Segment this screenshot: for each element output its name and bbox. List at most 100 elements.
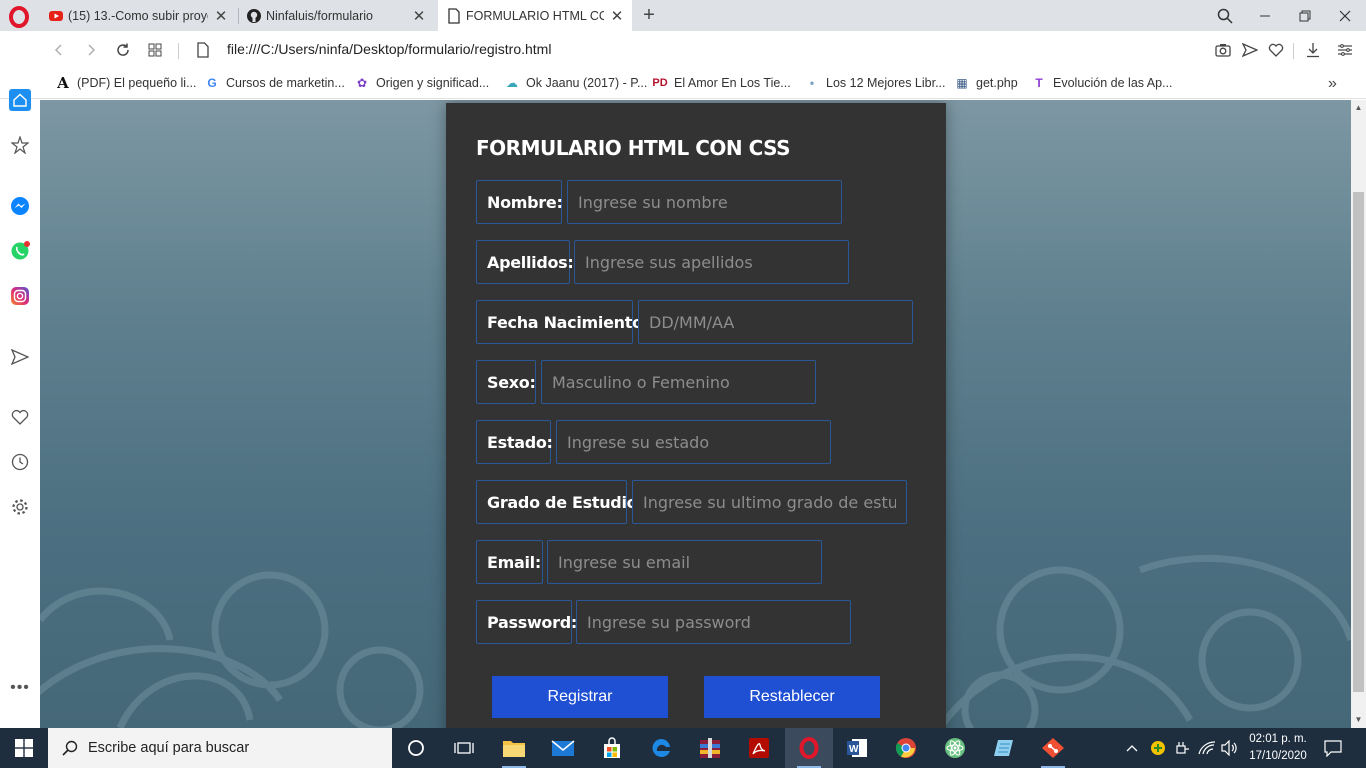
notepad-icon: [994, 740, 1013, 756]
fecha-nacimiento-label: Fecha Nacimiento:: [476, 300, 649, 344]
close-window-button[interactable]: [1325, 0, 1365, 31]
taskbar-clock[interactable]: 02:01 p. m. 17/10/2020: [1240, 731, 1316, 765]
bookmark-item[interactable]: A (PDF) El pequeño li...: [55, 74, 196, 92]
tab-title: Ninfaluis/formulario: [266, 8, 373, 23]
close-tab-icon[interactable]: ✕: [412, 7, 426, 25]
cortana-circle-icon: [408, 740, 424, 756]
taskbar-word[interactable]: W: [833, 728, 881, 768]
fecha-nacimiento-input[interactable]: [638, 300, 913, 344]
close-tab-icon[interactable]: ✕: [214, 7, 228, 25]
reload-button[interactable]: [112, 39, 134, 61]
scroll-down-icon[interactable]: ▼: [1354, 715, 1363, 724]
speed-dial-button[interactable]: [144, 39, 166, 61]
tab-github[interactable]: Ninfaluis/formulario ✕: [238, 0, 434, 31]
tray-show-hidden[interactable]: [1126, 728, 1138, 768]
tab-formulario[interactable]: FORMULARIO HTML CON C ✕: [438, 0, 632, 31]
taskbar-mail[interactable]: [539, 728, 587, 768]
sidebar-item-bookmarks[interactable]: [9, 406, 31, 428]
file-icon: [197, 42, 209, 58]
grid-icon: [148, 43, 162, 57]
taskbar-store[interactable]: [588, 728, 636, 768]
chevron-up-icon: [1126, 745, 1138, 752]
cortana-button[interactable]: [392, 728, 440, 768]
word-icon: W: [847, 739, 867, 757]
forward-button[interactable]: [80, 39, 102, 61]
taskbar-notepad[interactable]: [980, 728, 1028, 768]
sidebar-item-whatsapp[interactable]: [9, 240, 31, 262]
bookmark-item[interactable]: • Los 12 Mejores Libr...: [804, 75, 946, 91]
grado-estudio-input[interactable]: [632, 480, 907, 524]
task-view-button[interactable]: [440, 728, 488, 768]
password-input[interactable]: [576, 600, 851, 644]
estado-input[interactable]: [556, 420, 831, 464]
page-info-button[interactable]: [192, 39, 214, 61]
opera-menu-icon[interactable]: [8, 6, 30, 28]
sidebar-item-messenger[interactable]: [9, 195, 31, 217]
taskbar-search-box[interactable]: Escribe aquí para buscar: [48, 728, 392, 768]
address-divider: [178, 43, 179, 59]
sexo-input[interactable]: [541, 360, 816, 404]
opera-icon: [799, 737, 819, 759]
bookmark-item[interactable]: G Cursos de marketin...: [204, 75, 345, 91]
minimize-button[interactable]: [1245, 0, 1285, 31]
url-field[interactable]: file:///C:/Users/ninfa/Desktop/formulari…: [227, 41, 551, 57]
taskbar-file-explorer[interactable]: [490, 728, 538, 768]
back-arrow-icon: [54, 44, 62, 56]
edge-icon: [652, 738, 670, 757]
new-tab-button[interactable]: +: [639, 4, 659, 27]
sexo-label: Sexo:: [476, 360, 536, 404]
tray-power[interactable]: [1174, 728, 1190, 768]
sidebar-more-button[interactable]: •••: [9, 677, 31, 699]
snapshot-button[interactable]: [1213, 40, 1233, 60]
email-input[interactable]: [547, 540, 822, 584]
bookmark-item[interactable]: T Evolución de las Ap...: [1031, 75, 1172, 91]
taskbar-chrome[interactable]: [882, 728, 930, 768]
start-button[interactable]: [0, 728, 48, 768]
taskbar-git[interactable]: [1029, 728, 1077, 768]
taskbar-edge[interactable]: [637, 728, 685, 768]
taskbar-winrar[interactable]: [686, 728, 734, 768]
bookmark-page-button[interactable]: [1266, 40, 1286, 60]
sidebar-item-home[interactable]: [9, 89, 31, 111]
tray-app-status[interactable]: [1150, 728, 1166, 768]
bookmark-a-icon: A: [57, 74, 69, 92]
search-placeholder: Escribe aquí para buscar: [88, 740, 250, 756]
chrome-icon: [895, 738, 916, 758]
restablecer-button[interactable]: Restablecer: [704, 676, 880, 718]
registrar-button[interactable]: Registrar: [492, 676, 668, 718]
sidebar-item-flow[interactable]: [9, 346, 31, 368]
easy-setup-button[interactable]: [1335, 40, 1355, 60]
tray-volume[interactable]: [1221, 728, 1239, 768]
bookmark-item[interactable]: ▦ get.php: [954, 75, 1018, 91]
bookmark-item[interactable]: ✿ Origen y significad...: [354, 75, 489, 91]
scrollbar-thumb[interactable]: [1353, 192, 1364, 692]
tab-title: FORMULARIO HTML CON C: [466, 8, 604, 23]
sidebar-item-settings[interactable]: [9, 496, 31, 518]
more-bookmarks-button[interactable]: »: [1328, 75, 1337, 93]
back-button[interactable]: [48, 39, 70, 61]
sidebar-item-history[interactable]: [9, 451, 31, 473]
tab-youtube[interactable]: (15) 13.-Como subir proyec ✕: [40, 0, 236, 31]
bookmark-item[interactable]: PD El Amor En Los Tie...: [652, 75, 790, 91]
taskbar-acrobat[interactable]: [735, 728, 783, 768]
scroll-up-icon[interactable]: ▲: [1354, 103, 1363, 112]
flow-button[interactable]: [1240, 40, 1260, 60]
action-center-button[interactable]: [1324, 728, 1342, 768]
restore-button[interactable]: [1285, 0, 1325, 31]
git-icon: [1042, 738, 1064, 758]
close-tab-icon[interactable]: ✕: [610, 7, 624, 25]
bookmark-label: get.php: [976, 76, 1018, 90]
bookmark-label: Cursos de marketin...: [226, 76, 345, 90]
taskbar-atom[interactable]: [931, 728, 979, 768]
sidebar-item-instagram[interactable]: [9, 285, 31, 307]
downloads-button[interactable]: [1303, 40, 1323, 60]
page-scrollbar[interactable]: ▲ ▼: [1351, 100, 1366, 728]
bookmark-item[interactable]: ☁ Ok Jaanu (2017) - P...: [504, 75, 647, 91]
sidebar-item-speed-dial[interactable]: [9, 134, 31, 156]
tab-title: (15) 13.-Como subir proyec: [68, 8, 208, 23]
search-tabs-button[interactable]: [1205, 0, 1245, 31]
tray-network[interactable]: [1198, 728, 1216, 768]
apellidos-input[interactable]: [574, 240, 849, 284]
nombre-input[interactable]: [567, 180, 842, 224]
taskbar-opera[interactable]: [785, 728, 833, 768]
